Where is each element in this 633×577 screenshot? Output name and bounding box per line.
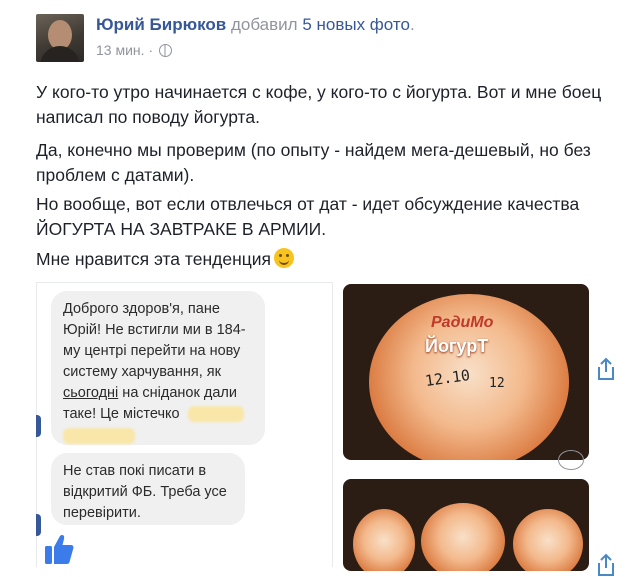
post-paragraph-2: Да, конечно мы проверим (по опыту - найд…	[36, 140, 591, 185]
author-name[interactable]: Юрий Бирюков	[96, 15, 226, 34]
yogurt-product-label: ЙогурТ	[425, 336, 489, 356]
photos-count-link[interactable]: 5 новых фото	[302, 15, 410, 34]
globe-icon[interactable]	[159, 43, 173, 57]
share-icon[interactable]	[595, 357, 617, 381]
avatar-body	[40, 46, 80, 62]
chat-message-1-underlined: сьогодні	[63, 385, 119, 401]
timestamp[interactable]: 13 мин.	[96, 42, 145, 58]
yogurt-cup-1	[353, 509, 415, 571]
smile-emoji-icon	[274, 248, 295, 268]
add-reaction-icon[interactable]	[558, 450, 584, 470]
photo-yogurt-group[interactable]	[343, 479, 589, 571]
chat-avatar-marker	[36, 415, 41, 437]
chat-message-1-text-a: Доброго здоров'я, пане Юрій! Не встигли …	[63, 301, 246, 380]
redacted-blur-2	[63, 428, 135, 445]
yogurt-lot-stamp: 12	[489, 376, 505, 391]
photo-chat-screenshot[interactable]: Доброго здоров'я, пане Юрій! Не встигли …	[36, 282, 333, 567]
action-suffix: .	[409, 15, 415, 34]
post-paragraph-3: Но вообще, вот если отвлечься от дат - и…	[36, 194, 580, 239]
avatar[interactable]	[36, 14, 84, 62]
post-meta: 13 мин. ·	[96, 42, 173, 58]
meta-separator: ·	[148, 42, 154, 58]
chat-message-2: Не став покі писати в відкритий ФБ. Треб…	[51, 453, 245, 525]
yogurt-brand-label: РадиМо	[431, 314, 494, 331]
chat-message-1: Доброго здоров'я, пане Юрій! Не встигли …	[51, 291, 265, 445]
facebook-post: Юрий Бирюков добавил 5 новых фото. 13 ми…	[0, 0, 633, 576]
thumbs-up-icon[interactable]	[44, 533, 74, 565]
photo-yogurt-closeup[interactable]: РадиМо ЙогурТ 12.10 12	[343, 284, 589, 460]
post-header: Юрий Бирюков добавил 5 новых фото.	[96, 15, 415, 35]
post-paragraph-4-text: Мне нравится эта тенденция	[36, 249, 272, 269]
share-icon-2[interactable]	[595, 553, 617, 577]
yogurt-cup-3	[513, 509, 583, 571]
post-paragraph-4: Мне нравится эта тенденция	[36, 247, 626, 272]
yogurt-cup-2	[421, 503, 505, 571]
photo-yogurt-column: РадиМо ЙогурТ 12.10 12	[333, 282, 633, 571]
post-paragraph-1: У кого-то утро начинается с кофе, у кого…	[36, 82, 602, 127]
chat-avatar-marker-2	[36, 514, 41, 536]
redacted-blur	[187, 406, 244, 423]
action-prefix: добавил	[226, 15, 303, 34]
